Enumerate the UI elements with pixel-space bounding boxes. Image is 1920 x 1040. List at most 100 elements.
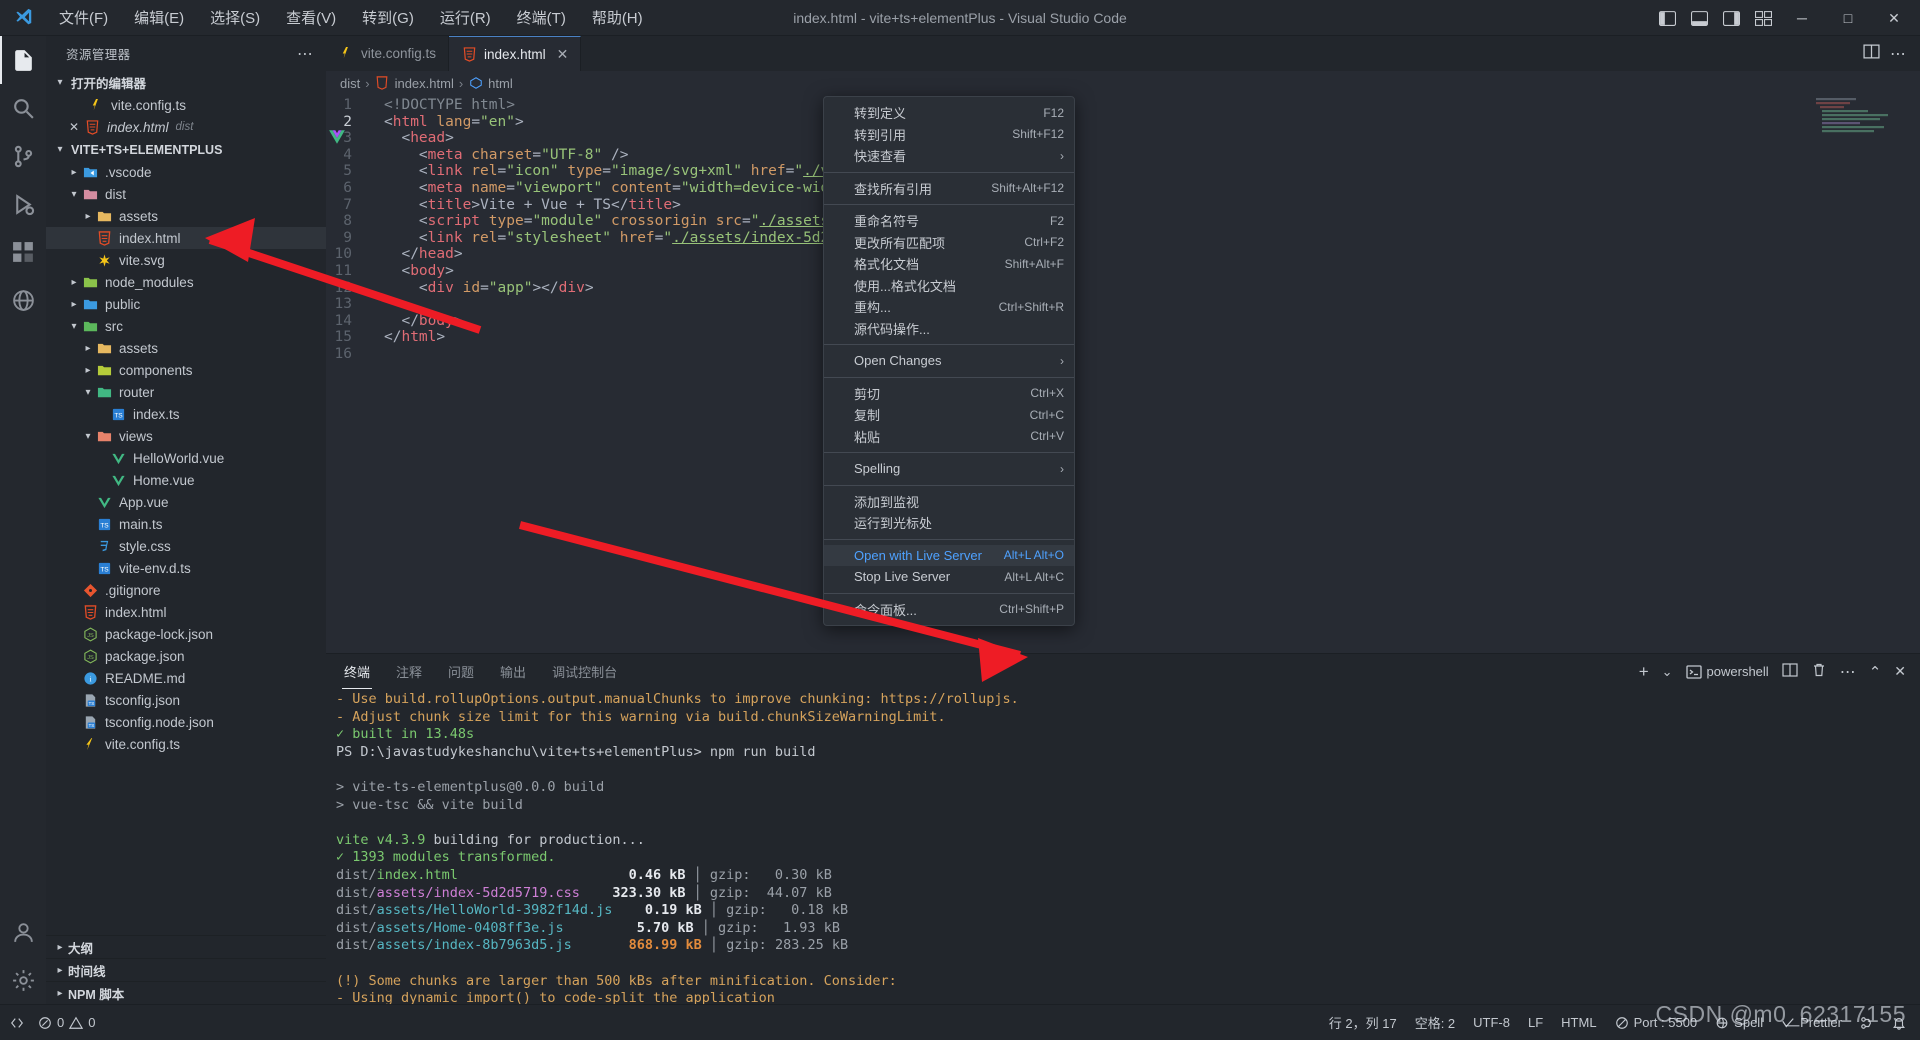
code-line[interactable]: 15 </html> [326, 329, 1920, 346]
project-section-header[interactable]: ▾ VITE+TS+ELEMENTPLUS [46, 138, 326, 161]
new-terminal-icon[interactable]: + [1639, 662, 1649, 682]
activity-explorer-icon[interactable] [0, 36, 46, 84]
code-line[interactable]: 14 </body> [326, 313, 1920, 330]
tree-folder--vscode[interactable]: ▸ .vscode [46, 161, 326, 183]
tree-folder-dist[interactable]: ▾ dist [46, 183, 326, 205]
code-line[interactable]: 6 <meta name="viewport" content="width=d… [326, 180, 1920, 197]
customize-layout-icon[interactable] [1748, 5, 1778, 31]
tree-file-app-vue[interactable]: App.vue [46, 491, 326, 513]
tree-folder-assets[interactable]: ▸ assets [46, 205, 326, 227]
minimize-button[interactable]: ─ [1780, 0, 1824, 36]
editor-context-menu[interactable]: 转到定义 F12 转到引用 Shift+F12 快速查看 › 查找所有引用 Shift+Alt… [823, 96, 1075, 626]
menu-terminal[interactable]: 终端(T) [504, 3, 579, 32]
tree-folder-assets[interactable]: ▸ assets [46, 337, 326, 359]
breadcrumb-folder[interactable]: dist [340, 76, 360, 91]
split-terminal-icon[interactable] [1782, 662, 1798, 681]
tree-file-tsconfig-json[interactable]: TS tsconfig.json [46, 689, 326, 711]
context-menu-item-[interactable]: 快速查看 › [824, 145, 1074, 167]
remote-indicator[interactable] [10, 1016, 24, 1030]
context-menu-item-[interactable]: 重命名符号 F2 [824, 210, 1074, 232]
breadcrumb-file[interactable]: index.html [395, 76, 454, 91]
terminal-shell-label[interactable]: powershell [1685, 664, 1769, 680]
tree-file-tsconfig-node-json[interactable]: TS tsconfig.node.json [46, 711, 326, 733]
outline-section[interactable]: ▸ 大纲 [46, 935, 326, 958]
breadcrumb[interactable]: dist › index.html › html [326, 71, 1920, 95]
activity-run-debug-icon[interactable] [0, 180, 46, 228]
toggle-secondary-sidebar-icon[interactable] [1716, 5, 1746, 31]
toggle-primary-sidebar-icon[interactable] [1652, 5, 1682, 31]
menu-go[interactable]: 转到(G) [349, 3, 427, 32]
open-editors-section-header[interactable]: ▾ 打开的编辑器 [46, 71, 326, 94]
editor-more-actions-icon[interactable]: ⋯ [1890, 44, 1906, 64]
code-line[interactable]: 10 </head> [326, 246, 1920, 263]
maximize-panel-icon[interactable]: ⌃ [1869, 663, 1882, 681]
context-menu-item-[interactable]: 源代码操作... [824, 318, 1074, 340]
tree-file-index-html[interactable]: index.html [46, 227, 326, 249]
menu-run[interactable]: 运行(R) [427, 3, 504, 32]
tree-folder-router[interactable]: ▾ router [46, 381, 326, 403]
tree-file-main-ts[interactable]: TS main.ts [46, 513, 326, 535]
tree-file-index-html[interactable]: index.html [46, 601, 326, 623]
tree-file-vite-svg[interactable]: vite.svg [46, 249, 326, 271]
menu-help[interactable]: 帮助(H) [579, 3, 656, 32]
panel-tab-terminal[interactable]: 终端 [342, 654, 373, 689]
context-menu-item-stop-live-server[interactable]: Stop Live Server Alt+L Alt+C [824, 566, 1074, 588]
end-of-line[interactable]: LF [1528, 1015, 1543, 1030]
tree-file-home-vue[interactable]: Home.vue [46, 469, 326, 491]
activity-search-icon[interactable] [0, 84, 46, 132]
indentation[interactable]: 空格: 2 [1415, 1013, 1455, 1032]
code-line[interactable]: 9 <link rel="stylesheet" href="./assets/… [326, 230, 1920, 247]
menu-file[interactable]: 文件(F) [46, 3, 121, 32]
context-menu-item-[interactable]: 粘贴 Ctrl+V [824, 426, 1074, 448]
encoding[interactable]: UTF-8 [1473, 1015, 1510, 1030]
cursor-position[interactable]: 行 2，列 17 [1329, 1013, 1397, 1032]
split-editor-icon[interactable] [1863, 43, 1880, 65]
context-menu-item-[interactable]: 添加到监视 [824, 491, 1074, 513]
context-menu-item-[interactable]: 命令面板... Ctrl+Shift+P [824, 599, 1074, 621]
code-line[interactable]: 7 <title>Vite + Vue + TS</title> [326, 197, 1920, 214]
kill-terminal-icon[interactable] [1811, 662, 1827, 681]
chevron-down-icon[interactable]: ⌄ [1662, 664, 1673, 680]
tree-folder-public[interactable]: ▸ public [46, 293, 326, 315]
tree-folder-views[interactable]: ▾ views [46, 425, 326, 447]
code-line[interactable]: 12 <div id="app"></div> [326, 280, 1920, 297]
context-menu-item-[interactable]: 更改所有匹配项 Ctrl+F2 [824, 232, 1074, 254]
menu-edit[interactable]: 编辑(E) [121, 3, 197, 32]
tree-file-package-lock-json[interactable]: JS package-lock.json [46, 623, 326, 645]
context-menu-item-[interactable]: 使用...格式化文档 [824, 275, 1074, 297]
panel-more-actions-icon[interactable]: ⋯ [1840, 662, 1856, 682]
code-line[interactable]: 3 <head> [326, 130, 1920, 147]
code-line[interactable]: 1 <!DOCTYPE html> [326, 97, 1920, 114]
code-line[interactable]: 11 <body> [326, 263, 1920, 280]
minimap[interactable] [1814, 96, 1906, 136]
panel-tab-output[interactable]: 输出 [498, 654, 528, 689]
activity-remote-icon[interactable] [0, 276, 46, 324]
code-line[interactable]: 13 [326, 296, 1920, 313]
context-menu-item-open-changes[interactable]: Open Changes › [824, 350, 1074, 372]
tree-file-package-json[interactable]: JS package.json [46, 645, 326, 667]
close-icon[interactable]: ✕ [557, 46, 569, 63]
open-editor-index-html[interactable]: ✕ index.html dist [46, 116, 326, 138]
maximize-button[interactable]: □ [1826, 0, 1870, 36]
code-content[interactable]: 1 <!DOCTYPE html> 2 <html lang="en"> 3 <head… [326, 95, 1920, 363]
menu-selection[interactable]: 选择(S) [197, 3, 273, 32]
context-menu-item-[interactable]: 转到引用 Shift+F12 [824, 124, 1074, 146]
tab-vite-config-ts[interactable]: vite.config.ts [326, 36, 450, 71]
close-editor-icon[interactable]: ✕ [64, 120, 84, 134]
menu-bar[interactable]: 文件(F) 编辑(E) 选择(S) 查看(V) 转到(G) 运行(R) 终端(T… [46, 0, 656, 35]
panel-tab-debug-console[interactable]: 调试控制台 [550, 654, 619, 689]
context-menu-item-[interactable]: 剪切 Ctrl+X [824, 383, 1074, 405]
code-line[interactable]: 16 [326, 346, 1920, 363]
terminal-output[interactable]: - Use build.rollupOptions.output.manualC… [326, 689, 1920, 1040]
menu-view[interactable]: 查看(V) [273, 3, 349, 32]
npm-scripts-section[interactable]: ▸ NPM 脚本 [46, 981, 326, 1004]
panel-tab-problems[interactable]: 问题 [446, 654, 476, 689]
sidebar-more-actions-icon[interactable]: ⋯ [291, 44, 320, 64]
code-line[interactable]: 4 <meta charset="UTF-8" /> [326, 147, 1920, 164]
tree-file-readme-md[interactable]: i README.md [46, 667, 326, 689]
tree-file-helloworld-vue[interactable]: HelloWorld.vue [46, 447, 326, 469]
context-menu-item-[interactable]: 查找所有引用 Shift+Alt+F12 [824, 178, 1074, 200]
context-menu-item-[interactable]: 重构... Ctrl+Shift+R [824, 296, 1074, 318]
activity-settings-gear-icon[interactable] [0, 956, 46, 1004]
breadcrumb-symbol[interactable]: html [488, 76, 513, 91]
